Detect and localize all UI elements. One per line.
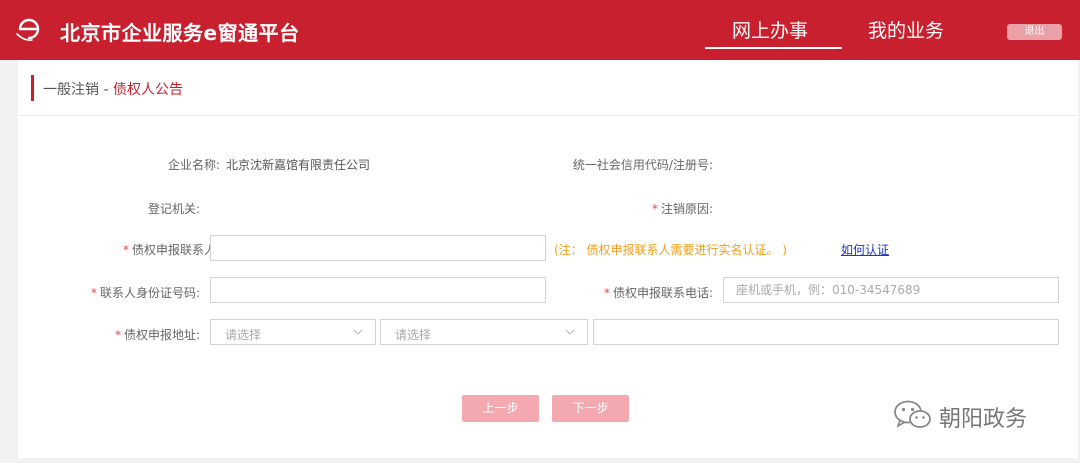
phone-field[interactable] — [724, 278, 1058, 302]
nav-online-services[interactable]: 网上办事 — [732, 16, 808, 43]
contact-label-text: 债权申报联系人: — [131, 243, 220, 257]
id-number-field[interactable] — [211, 278, 545, 302]
id-number-label-text: 联系人身份证号码: — [99, 286, 200, 300]
required-mark: * — [651, 202, 658, 216]
cancel-reason-label: * 注销原因: — [578, 200, 713, 217]
wechat-icon — [894, 400, 931, 428]
id-number-label: * 联系人身份证号码: — [38, 284, 200, 301]
id-number-input[interactable] — [210, 277, 546, 303]
address-detail-input[interactable] — [593, 319, 1059, 345]
contact-note: (注： 债权申报联系人需要进行实名认证。 ) — [554, 243, 787, 257]
chevron-down-icon — [353, 329, 363, 335]
panel-header: 一般注销 - 债权人公告 — [18, 60, 1078, 116]
registry-authority-label: 登记机关: — [147, 202, 200, 216]
top-header-bar: 北京市企业服务e窗通平台 网上办事 我的业务 退出 — [0, 0, 1080, 60]
contact-field[interactable] — [211, 236, 545, 260]
next-step-button[interactable]: 下一步 — [552, 395, 629, 422]
address-label: * 债权申报地址: — [58, 326, 200, 343]
required-mark: * — [114, 328, 121, 342]
e-logo-icon[interactable] — [14, 14, 44, 44]
how-to-verify-link[interactable]: 如何认证 — [841, 241, 889, 258]
phone-input[interactable] — [723, 277, 1059, 303]
logout-button[interactable]: 退出 — [1007, 24, 1062, 40]
address-province-select[interactable]: 请选择 — [210, 319, 376, 345]
app-title: 北京市企业服务e窗通平台 — [60, 21, 300, 45]
required-mark: * — [122, 243, 129, 257]
address-district-select[interactable]: 请选择 — [380, 319, 588, 345]
address-label-text: 债权申报地址: — [123, 328, 200, 342]
phone-label: * 债权申报联系电话: — [538, 284, 713, 301]
address-province-value: 请选择 — [225, 328, 262, 342]
prev-step-button[interactable]: 上一步 — [462, 395, 539, 422]
breadcrumb-main: 一般注销 - — [43, 82, 113, 98]
contact-label: * 债权申报联系人: — [58, 241, 220, 258]
title-accent-bar — [31, 75, 34, 101]
company-name-value: 北京沈新嘉馆有限责任公司 — [226, 158, 371, 172]
contact-input[interactable] — [210, 235, 546, 261]
required-mark: * — [90, 286, 97, 300]
breadcrumb: 一般注销 - 债权人公告 — [43, 79, 183, 99]
watermark: 朝阳政务 — [893, 397, 1053, 433]
address-district-value: 请选择 — [395, 328, 432, 342]
address-detail-field[interactable] — [594, 320, 1058, 344]
phone-label-text: 债权申报联系电话: — [612, 286, 713, 300]
chevron-down-icon — [565, 329, 575, 335]
cancel-reason-label-text: 注销原因: — [660, 202, 713, 216]
active-nav-underline — [705, 47, 842, 49]
watermark-text: 朝阳政务 — [939, 407, 1028, 432]
breadcrumb-current: 债权人公告 — [112, 82, 183, 98]
credit-code-label: 统一社会信用代码/注册号: — [572, 158, 713, 172]
company-name-label: 企业名称: — [167, 158, 220, 172]
required-mark: * — [603, 286, 610, 300]
nav-my-business[interactable]: 我的业务 — [868, 16, 944, 43]
